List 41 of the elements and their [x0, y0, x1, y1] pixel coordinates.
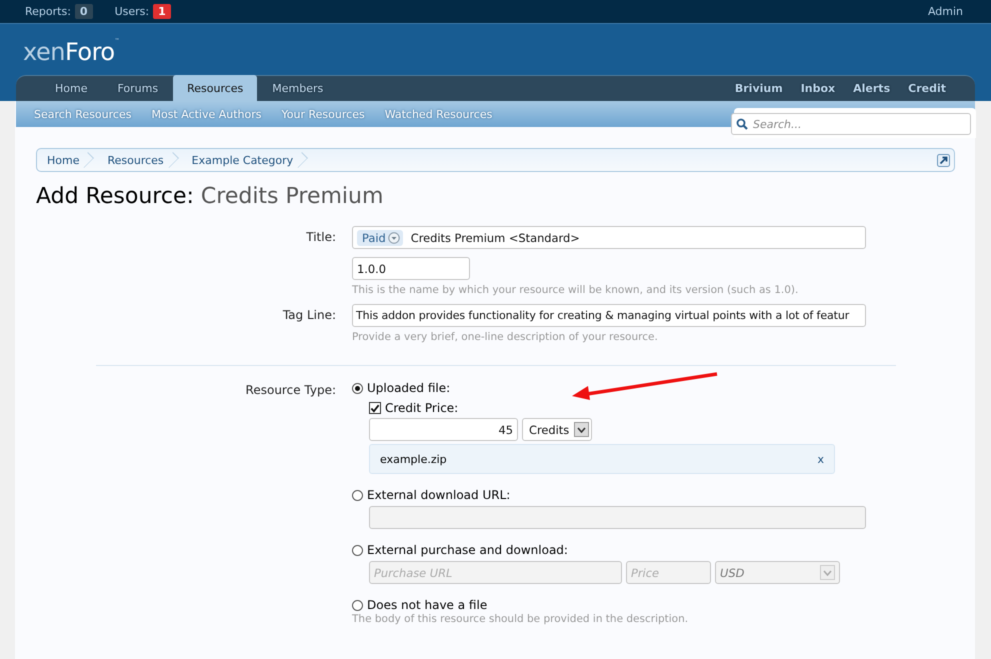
field-hint: This is the name by which your resource will be known, and its version (such as 1.0).	[352, 284, 798, 296]
page-title: Add Resource: Credits Premium	[36, 184, 384, 209]
version-field[interactable]: 1.0.0	[352, 257, 470, 280]
radio-button[interactable]	[352, 382, 363, 394]
field-label: Tag Line:	[282, 307, 336, 324]
field-label: Title:	[305, 229, 336, 246]
field-hint: The body of this resource should be provided in the description.	[352, 613, 688, 625]
nav-link[interactable]: Alerts	[844, 76, 900, 101]
counter-badge[interactable]: 0	[74, 4, 93, 19]
nav-link[interactable]: Inbox	[792, 76, 844, 101]
nav-tab[interactable]: Forums	[102, 76, 174, 101]
breadcrumb-link[interactable]: Resources	[97, 149, 182, 171]
tag-line-field[interactable]: This addon provides functionality for creating & managing virtual points with a lot of featur	[352, 304, 866, 327]
currency-select[interactable]: Credits	[522, 418, 592, 441]
nav-tab[interactable]: Members	[257, 76, 338, 101]
search-field[interactable]: Search...	[731, 113, 971, 135]
field-label: Resource Type:	[244, 382, 336, 399]
counter-badge[interactable]: 1	[153, 4, 171, 19]
field-hint: Provide a very brief, one-line description of your resource.	[352, 331, 658, 343]
remove-file-button[interactable]: x	[817, 452, 824, 466]
breadcrumb-link[interactable]: Example Category	[182, 149, 312, 171]
caret-icon	[388, 232, 400, 244]
breadcrumb-link[interactable]: Home	[37, 149, 98, 171]
logo[interactable]: xenForo$^{™}$	[23, 38, 120, 66]
nav-tab[interactable]: Home	[40, 76, 102, 101]
radio-button[interactable]	[352, 600, 363, 610]
nav-link[interactable]: Credit	[899, 76, 955, 101]
nav-link[interactable]: Brivium	[726, 76, 792, 101]
title-field[interactable]: Paid Credits Premium <Standard>	[352, 226, 866, 249]
option-label[interactable]: Uploaded file:	[367, 381, 450, 395]
counter-label[interactable]: Users:	[114, 5, 150, 18]
checkbox-label[interactable]: Credit Price:	[385, 401, 458, 415]
checkbox[interactable]	[369, 402, 381, 414]
credit-amount-field[interactable]: 45	[369, 418, 518, 441]
account-link[interactable]: Admin	[928, 5, 963, 18]
prefix-dropdown[interactable]: Paid	[357, 230, 403, 246]
popout-icon[interactable]	[937, 154, 950, 166]
file-name: example.zip	[380, 452, 447, 466]
counter-label[interactable]: Reports:	[25, 5, 71, 18]
option-label[interactable]: Does not have a file	[367, 598, 488, 612]
nav-tab[interactable]: Resources	[173, 75, 258, 101]
